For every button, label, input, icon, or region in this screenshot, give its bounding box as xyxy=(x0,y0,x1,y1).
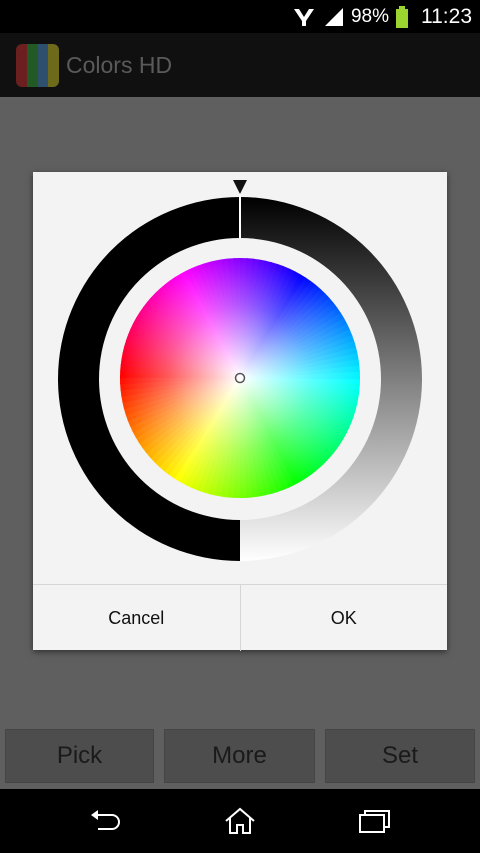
status-bar: 98% 11:23 xyxy=(0,0,480,33)
home-icon[interactable] xyxy=(220,805,260,837)
ok-button[interactable]: OK xyxy=(239,585,448,651)
action-bar: Colors HD xyxy=(0,33,480,97)
set-button[interactable]: Set xyxy=(325,729,475,783)
bottom-button-bar: Pick More Set xyxy=(0,729,480,783)
pick-button[interactable]: Pick xyxy=(5,729,154,783)
clock: 11:23 xyxy=(421,4,472,28)
more-button[interactable]: More xyxy=(164,729,315,783)
app-title: Colors HD xyxy=(66,52,173,78)
cancel-button[interactable]: Cancel xyxy=(33,585,240,651)
color-picker-dialog: Cancel OK xyxy=(33,172,447,651)
dialog-button-bar: Cancel OK xyxy=(33,584,447,651)
back-icon[interactable] xyxy=(88,805,128,837)
color-picker xyxy=(58,180,422,561)
ring-marker-icon[interactable] xyxy=(233,180,247,194)
battery-icon xyxy=(396,5,408,28)
nfc-icon xyxy=(293,8,314,26)
app-logo-icon xyxy=(16,44,59,87)
saturation-overlay xyxy=(120,258,360,498)
signal-icon xyxy=(324,7,343,26)
status-icons: 98% 11:23 xyxy=(291,0,472,33)
navigation-bar xyxy=(0,789,480,853)
battery-percent: 98% xyxy=(350,5,389,27)
recent-apps-icon[interactable] xyxy=(354,805,394,837)
